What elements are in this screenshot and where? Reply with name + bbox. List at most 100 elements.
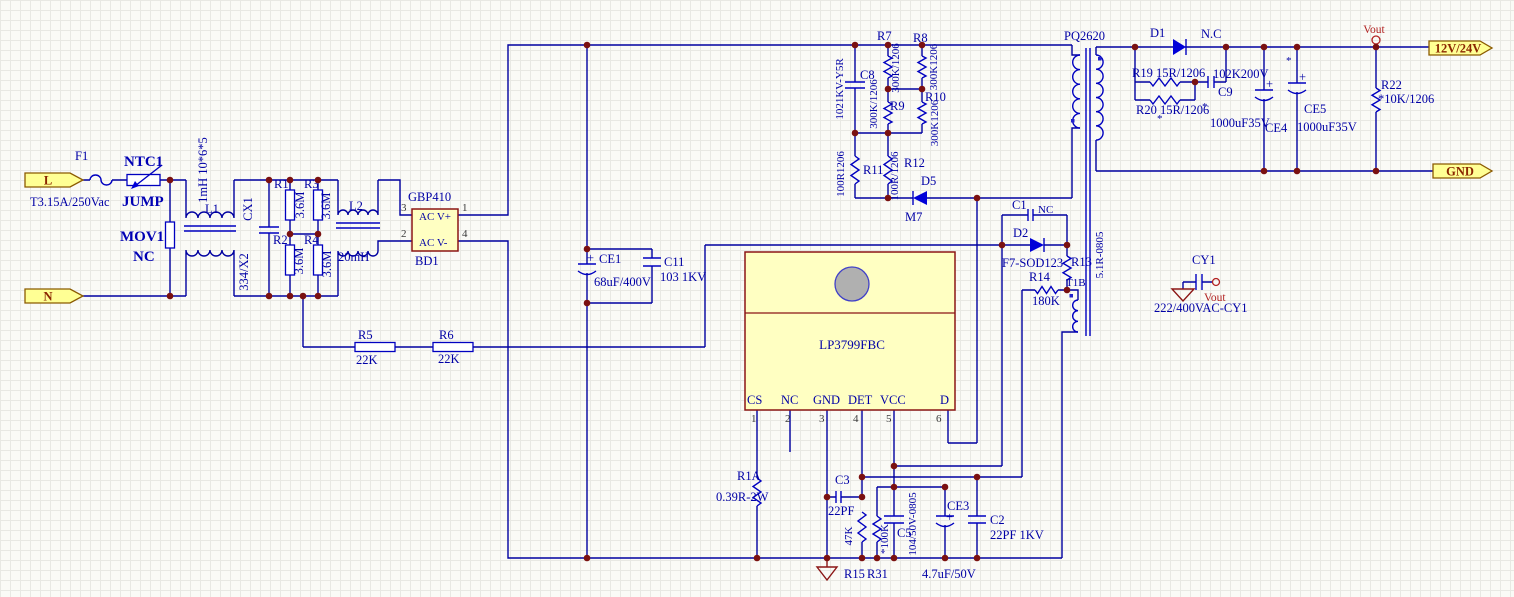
asterisk-mark-2: * xyxy=(1202,101,1208,113)
r31-value-label: *100K xyxy=(879,524,891,554)
r15-value-label: 47K xyxy=(843,526,855,545)
choke-l2[interactable]: L2 20mH xyxy=(336,199,380,264)
thermistor-ntc1[interactable]: NTC1 JUMP xyxy=(122,154,164,210)
c3-ref-label: C3 xyxy=(835,473,850,487)
r3-value-label: 3.6M xyxy=(319,193,333,220)
ce1-value-label: 68uF/400V xyxy=(594,275,651,289)
bridge-rectifier-bd1[interactable]: GBP410 AC V+ AC V- BD1 3 2 1 4 xyxy=(401,190,468,268)
l1-ref-label: L1 xyxy=(205,202,219,216)
resistor-r11[interactable]: R11 100R1206 xyxy=(835,151,883,197)
d2-ref-label: D2 xyxy=(1013,226,1028,240)
cap-ce5[interactable]: + CE5 1000uF35V xyxy=(1288,70,1357,134)
r9-ref-label: R9 xyxy=(890,99,905,113)
port-flag-line[interactable]: L xyxy=(25,173,83,188)
r10-value-label: 300K1206 xyxy=(929,99,941,146)
r15-ref-label: R15 xyxy=(844,567,865,581)
ic-pin4-number: 4 xyxy=(853,413,859,425)
vout-top-label: Vout xyxy=(1363,24,1385,36)
vout-net-label-top: Vout xyxy=(1363,24,1385,44)
cap-ce1[interactable]: + CE1 68uF/400V xyxy=(578,251,651,289)
resistor-r6[interactable]: R6 22K xyxy=(433,328,473,366)
transformer-part-label: PQ2620 xyxy=(1064,29,1105,43)
resistor-r1a[interactable]: R1A 0.39R-2W xyxy=(716,469,769,506)
resistor-r7[interactable]: R7 300K/1206 xyxy=(877,29,902,93)
ce5-plus-sign: + xyxy=(1299,70,1306,84)
asterisk-mark-3: * xyxy=(1286,55,1292,67)
diode-d1[interactable]: D1 N.C xyxy=(1150,26,1222,55)
port-flag-ground[interactable]: GND xyxy=(1433,164,1492,179)
r7-ref-label: R7 xyxy=(877,29,892,43)
aux-polarity-dot xyxy=(1070,294,1074,298)
r13-value-label: 5.1R-0805 xyxy=(1094,231,1106,278)
c3-value-label: 22PF xyxy=(828,504,854,518)
resistor-r31[interactable]: *100K R31 xyxy=(867,516,891,581)
ntc1-ref-label: NTC1 xyxy=(124,154,163,170)
ce1-plus-sign: + xyxy=(587,251,594,265)
r5-value-label: 22K xyxy=(356,353,378,367)
ce5-ref-label: CE5 xyxy=(1304,102,1326,116)
resistor-r12[interactable]: R12 100R/1206 xyxy=(884,151,925,200)
r20-label: R20 15R/1206 xyxy=(1136,103,1209,117)
cap-c9[interactable]: C9 102K200V xyxy=(1208,67,1269,99)
port-flag-neutral[interactable]: N xyxy=(25,289,83,304)
port-neutral-label: N xyxy=(43,290,52,304)
port-output-label: 12V/24V xyxy=(1435,42,1482,56)
ycap-cy1[interactable]: CY1 222/400VAC-CY1 Vout xyxy=(1154,253,1248,315)
l1-value-label: 1mH 10*6*5 xyxy=(196,137,210,203)
d1-nc-label: N.C xyxy=(1201,27,1222,41)
ic-package-circle xyxy=(835,267,869,301)
r2-ref-label: R2 xyxy=(273,233,288,247)
resistor-r4[interactable]: R4 3.6M xyxy=(304,233,334,277)
cx1-value-label: 334/X2 xyxy=(237,253,251,291)
r1-ref-label: R1 xyxy=(274,177,289,191)
ic-pin-gnd-label: GND xyxy=(813,393,840,407)
resistor-r5[interactable]: R5 22K xyxy=(355,328,395,367)
mov1-ref-label: MOV1 xyxy=(120,229,164,245)
diode-d2[interactable]: D2 F7-SOD123 xyxy=(1002,226,1063,270)
resistor-r13[interactable]: R13 5.1R-0805 xyxy=(1063,231,1106,280)
resistor-r20[interactable]: R20 15R/1206 xyxy=(1136,96,1209,117)
cap-c2[interactable]: C2 22PF 1KV xyxy=(968,513,1044,542)
d1-ref-label: D1 xyxy=(1150,26,1165,40)
ic-pin5-number: 5 xyxy=(886,413,892,425)
ic-pin1-number: 1 xyxy=(751,413,757,425)
c8-value-label: 1021KV-Y5R xyxy=(834,58,846,120)
diode-d5[interactable]: D5 M7 xyxy=(905,174,936,224)
resistor-r3[interactable]: R3 3.6M xyxy=(304,177,333,220)
cap-c3[interactable]: C3 22PF xyxy=(828,473,854,518)
cap-ce3[interactable]: CE3 + 4.7uF/50V xyxy=(922,499,976,581)
r13-ref-label: R13 xyxy=(1071,255,1092,269)
r1a-value-label: 0.39R-2W xyxy=(716,490,769,504)
d2-part-label: F7-SOD123 xyxy=(1002,256,1063,270)
resistor-r22[interactable]: R22 *10K/1206 xyxy=(1372,78,1434,112)
r6-value-label: 22K xyxy=(438,352,460,366)
resistor-r14[interactable]: R14 180K xyxy=(1029,270,1060,308)
ce5-value-label: 1000uF35V xyxy=(1297,120,1357,134)
d5-ref-label: D5 xyxy=(921,174,936,188)
bd1-pin-acplus-label: AC V+ xyxy=(419,211,451,223)
ntc1-value-label: JUMP xyxy=(122,194,164,210)
ce4-value-label: 1000uF35V xyxy=(1210,116,1270,130)
controller-ic-lp3799[interactable]: LP3799FBC CS NC GND DET VCC D 1 2 3 4 5 … xyxy=(745,252,955,425)
varistor-mov1[interactable]: MOV1 NC xyxy=(120,222,175,265)
r6-ref-label: R6 xyxy=(439,328,454,342)
ce3-value-label: 4.7uF/50V xyxy=(922,567,976,581)
r8-value-label: 300K1206 xyxy=(928,43,940,90)
bd1-pin1-number: 1 xyxy=(462,202,468,214)
t1b-winding-label: T1B xyxy=(1066,277,1086,289)
resistor-r8[interactable]: R8 300K1206 xyxy=(913,31,940,90)
c9-ref-label: C9 xyxy=(1218,85,1233,99)
fuse-ref-label: F1 xyxy=(75,149,88,163)
ce3-plus-sign: + xyxy=(946,510,953,524)
bd1-pin4-number: 4 xyxy=(462,228,468,240)
c9-value-label: 102K200V xyxy=(1213,67,1269,81)
r19-label: R19 15R/1206 xyxy=(1132,66,1205,80)
l2-value-label: 20mH xyxy=(338,250,369,264)
cap-c1[interactable]: C1 NC xyxy=(1012,198,1053,221)
r12-ref-label: R12 xyxy=(904,156,925,170)
port-flag-output[interactable]: 12V/24V xyxy=(1429,41,1492,56)
l2-ref-label: L2 xyxy=(349,199,363,213)
d5-part-label: M7 xyxy=(905,210,922,224)
cy1-ref-label: CY1 xyxy=(1192,253,1216,267)
ic-pin2-number: 2 xyxy=(785,413,791,425)
